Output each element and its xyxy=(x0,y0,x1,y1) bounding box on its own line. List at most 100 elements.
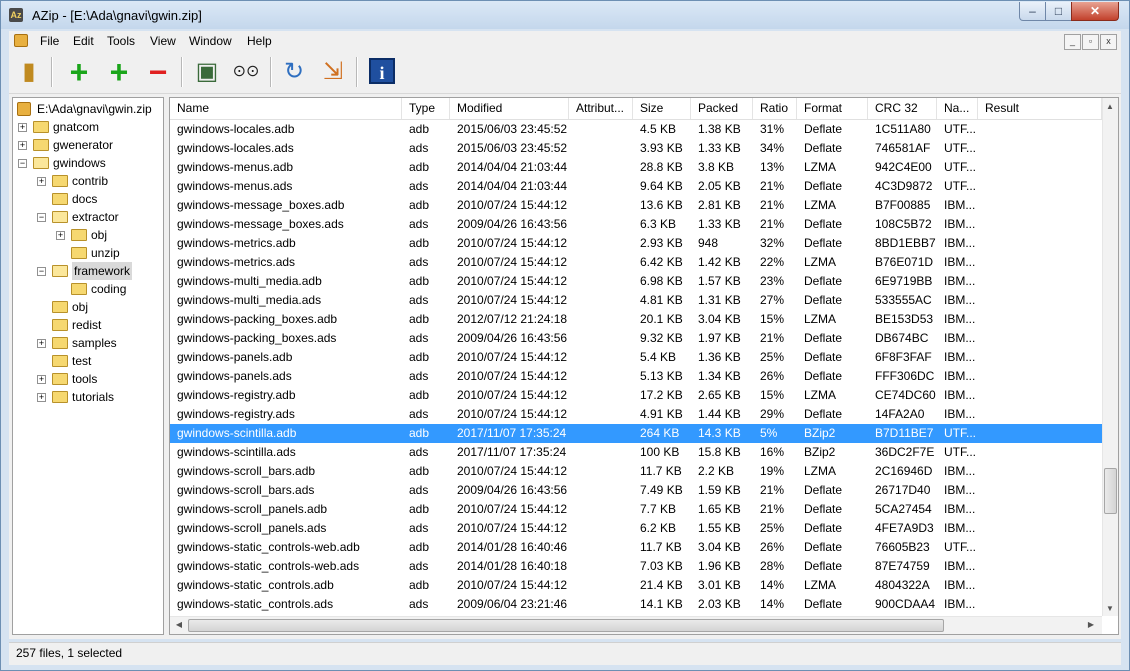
column-header-result[interactable]: Result xyxy=(978,98,1102,119)
find-icon[interactable]: ⊙⊙ xyxy=(231,57,261,87)
table-row[interactable]: gwindows-menus.ads ads 2014/04/04 21:03:44… xyxy=(170,177,1102,196)
table-row[interactable]: gwindows-multi_media.ads ads 2010/07/24 15… xyxy=(170,291,1102,310)
close-button[interactable]: ✕ xyxy=(1071,2,1119,21)
document-menu-icon[interactable] xyxy=(14,34,28,47)
vertical-scroll-thumb[interactable] xyxy=(1104,468,1117,514)
expand-icon[interactable]: + xyxy=(37,375,46,384)
tree-item[interactable]: coding xyxy=(13,280,163,298)
tree-item[interactable]: + gnatcom xyxy=(13,118,163,136)
table-row[interactable]: gwindows-scroll_panels.adb adb 2010/07/24 … xyxy=(170,500,1102,519)
table-row[interactable]: gwindows-panels.adb adb 2010/07/24 15:44:1… xyxy=(170,348,1102,367)
column-header-packed[interactable]: Packed xyxy=(691,98,753,119)
extract-icon[interactable]: ▮ xyxy=(14,57,44,87)
table-row[interactable]: gwindows-menus.adb adb 2014/04/04 21:03:44… xyxy=(170,158,1102,177)
about-icon[interactable]: i xyxy=(369,58,395,84)
add-folder-icon[interactable]: + xyxy=(104,56,134,88)
table-row[interactable]: gwindows-packing_boxes.ads ads 2009/04/26 … xyxy=(170,329,1102,348)
table-row[interactable]: gwindows-scroll_panels.ads ads 2010/07/24 … xyxy=(170,519,1102,538)
menu-file[interactable]: File xyxy=(40,34,59,48)
test-archive-icon[interactable]: ▣ xyxy=(192,57,222,87)
scroll-up-icon[interactable]: ▲ xyxy=(1103,102,1117,111)
menu-window[interactable]: Window xyxy=(189,34,232,48)
column-header-size[interactable]: Size xyxy=(633,98,691,119)
tree-item[interactable]: test xyxy=(13,352,163,370)
mdi-restore-button[interactable]: ▫ xyxy=(1082,34,1099,50)
collapse-icon[interactable]: − xyxy=(18,159,27,168)
mdi-minimize-button[interactable]: _ xyxy=(1064,34,1081,50)
tree-item[interactable]: redist xyxy=(13,316,163,334)
table-row[interactable]: gwindows-static_controls-web.adb adb 2014/… xyxy=(170,538,1102,557)
expand-icon[interactable]: + xyxy=(18,141,27,150)
tree-item[interactable]: unzip xyxy=(13,244,163,262)
collapse-icon[interactable]: − xyxy=(37,267,46,276)
tree-item[interactable]: + contrib xyxy=(13,172,163,190)
tree-item[interactable]: − gwindows xyxy=(13,154,163,172)
add-files-icon[interactable]: + xyxy=(64,56,94,88)
table-row[interactable]: gwindows-static_controls.adb adb 2010/07/2… xyxy=(170,576,1102,595)
column-header-ratio[interactable]: Ratio xyxy=(753,98,797,119)
tree-item[interactable]: − extractor xyxy=(13,208,163,226)
horizontal-scrollbar[interactable]: ◀ ▶ xyxy=(170,616,1102,634)
cell-ratio: 34% xyxy=(760,141,785,155)
maximize-button[interactable]: □ xyxy=(1045,2,1072,21)
table-row[interactable]: gwindows-registry.adb adb 2010/07/24 15:44… xyxy=(170,386,1102,405)
tree-item[interactable]: + tutorials xyxy=(13,388,163,406)
column-header-format[interactable]: Format xyxy=(797,98,868,119)
menu-edit[interactable]: Edit xyxy=(73,34,94,48)
menu-view[interactable]: View xyxy=(150,34,176,48)
table-row[interactable]: gwindows-scintilla.ads ads 2017/11/07 17:3… xyxy=(170,443,1102,462)
menu-tools[interactable]: Tools xyxy=(107,34,135,48)
table-row[interactable]: gwindows-message_boxes.ads ads 2009/04/26 … xyxy=(170,215,1102,234)
table-row[interactable]: gwindows-scintilla.adb adb 2017/11/07 17:3… xyxy=(170,424,1102,443)
file-list[interactable]: Name Type Modified Attribut... Size Packed Rat… xyxy=(169,97,1119,635)
collapse-icon[interactable]: − xyxy=(37,213,46,222)
table-row[interactable]: gwindows-scroll_bars.ads ads 2009/04/26 16… xyxy=(170,481,1102,500)
table-row[interactable]: gwindows-scroll_bars.adb adb 2010/07/24 15… xyxy=(170,462,1102,481)
menu-help[interactable]: Help xyxy=(247,34,272,48)
tree-root[interactable]: E:\Ada\gnavi\gwin.zip xyxy=(16,100,162,118)
table-row[interactable]: gwindows-registry.ads ads 2010/07/24 15:44… xyxy=(170,405,1102,424)
expand-icon[interactable]: + xyxy=(18,123,27,132)
tree-item[interactable]: − framework xyxy=(13,262,163,280)
expand-icon[interactable]: + xyxy=(37,339,46,348)
scroll-down-icon[interactable]: ▼ xyxy=(1103,604,1117,613)
tree-item[interactable]: docs xyxy=(13,190,163,208)
column-header-na[interactable]: Na... xyxy=(937,98,978,119)
expand-icon[interactable]: + xyxy=(56,231,65,240)
folder-tree[interactable]: E:\Ada\gnavi\gwin.zip + gnatcom + gwenerato… xyxy=(12,97,164,635)
delete-icon[interactable]: − xyxy=(143,56,173,88)
table-row[interactable]: gwindows-packing_boxes.adb adb 2012/07/12 … xyxy=(170,310,1102,329)
vertical-scrollbar[interactable]: ▲ ▼ xyxy=(1102,98,1118,616)
column-header-type[interactable]: Type xyxy=(402,98,450,119)
update-archive-icon[interactable]: ↻ xyxy=(279,57,309,87)
minimize-button[interactable]: – xyxy=(1019,2,1046,21)
expand-icon[interactable]: + xyxy=(37,177,46,186)
table-row[interactable]: gwindows-message_boxes.adb adb 2010/07/24 … xyxy=(170,196,1102,215)
table-row[interactable]: gwindows-metrics.ads ads 2010/07/24 15:44:… xyxy=(170,253,1102,272)
column-header-crc-32[interactable]: CRC 32 xyxy=(868,98,937,119)
scroll-left-icon[interactable]: ◀ xyxy=(172,620,186,629)
table-row[interactable]: gwindows-static_controls-web.ads ads 2014/… xyxy=(170,557,1102,576)
tree-item[interactable]: + samples xyxy=(13,334,163,352)
title-bar[interactable]: Az AZip - [E:\Ada\gnavi\gwin.zip] – □ ✕ xyxy=(1,1,1129,29)
tree-item[interactable]: + gwenerator xyxy=(13,136,163,154)
column-header-modified[interactable]: Modified xyxy=(450,98,569,119)
table-row[interactable]: gwindows-static_controls.ads ads 2009/06/0… xyxy=(170,595,1102,614)
mdi-close-button[interactable]: x xyxy=(1100,34,1117,50)
azip-app-icon[interactable]: Az xyxy=(9,8,23,22)
tree-item[interactable]: obj xyxy=(13,298,163,316)
tree-item[interactable]: + obj xyxy=(13,226,163,244)
column-header-attribut[interactable]: Attribut... xyxy=(569,98,633,119)
expand-icon[interactable]: + xyxy=(37,393,46,402)
table-row[interactable]: gwindows-locales.adb adb 2015/06/03 23:45:… xyxy=(170,120,1102,139)
table-row[interactable]: gwindows-metrics.adb adb 2010/07/24 15:44:… xyxy=(170,234,1102,253)
cell-na: IBM... xyxy=(944,255,976,269)
table-row[interactable]: gwindows-panels.ads ads 2010/07/24 15:44:1… xyxy=(170,367,1102,386)
horizontal-scroll-thumb[interactable] xyxy=(188,619,944,632)
column-header-name[interactable]: Name xyxy=(170,98,402,119)
scroll-right-icon[interactable]: ▶ xyxy=(1084,620,1098,629)
recompress-icon[interactable]: ⇲ xyxy=(318,57,348,87)
tree-item[interactable]: + tools xyxy=(13,370,163,388)
table-row[interactable]: gwindows-locales.ads ads 2015/06/03 23:45:… xyxy=(170,139,1102,158)
table-row[interactable]: gwindows-multi_media.adb adb 2010/07/24 15… xyxy=(170,272,1102,291)
